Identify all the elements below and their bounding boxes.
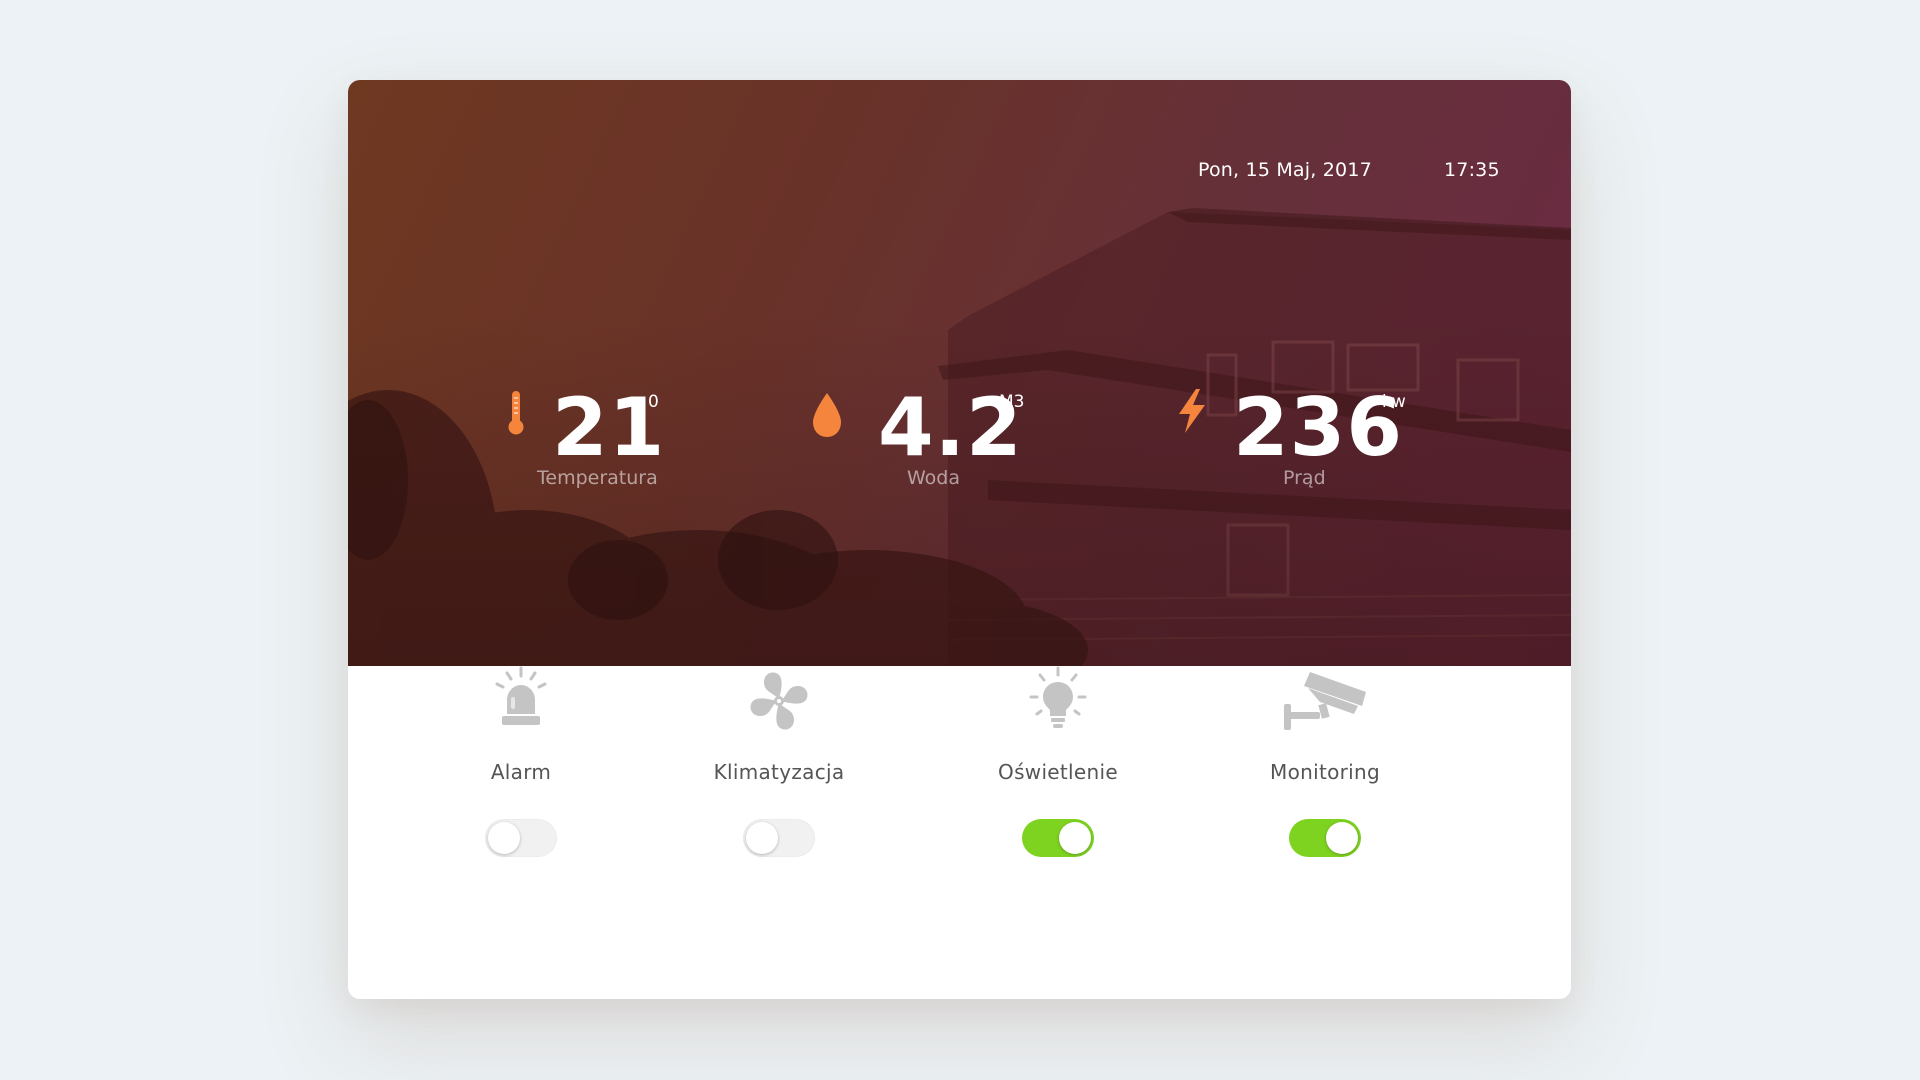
device-air-conditioning-label: Klimatyzacja	[713, 760, 845, 784]
date-display: Pon, 15 Maj, 2017	[1198, 159, 1372, 181]
toggle-knob	[1326, 822, 1358, 854]
smart-home-card: Pon, 15 Maj, 2017 17:35 21 0 Temperatura	[348, 80, 1571, 999]
power-label: Prąd	[1283, 467, 1326, 489]
device-monitoring-label: Monitoring	[1270, 760, 1380, 784]
security-camera-icon	[1284, 672, 1366, 730]
temperature-unit: 0	[648, 392, 659, 412]
device-alarm-label: Alarm	[490, 760, 552, 784]
time-display: 17:35	[1444, 159, 1500, 181]
device-lighting-label: Oświetlenie	[998, 760, 1118, 784]
toggle-knob	[1059, 822, 1091, 854]
power-value: 236	[1233, 381, 1403, 474]
device-air-conditioning: Klimatyzacja	[679, 513, 879, 857]
device-monitoring: Monitoring	[1225, 513, 1425, 857]
water-label: Woda	[907, 467, 961, 489]
thermometer-icon	[508, 391, 524, 435]
water-unit: M3	[999, 392, 1025, 412]
device-lighting: Oświetlenie	[958, 513, 1158, 857]
monitoring-toggle[interactable]	[1289, 819, 1361, 857]
air-conditioning-toggle[interactable]	[743, 819, 815, 857]
lightbulb-icon	[1029, 666, 1087, 728]
alarm-toggle[interactable]	[485, 819, 557, 857]
power-unit: kw	[1382, 392, 1406, 412]
device-alarm: Alarm	[421, 513, 621, 857]
siren-icon	[495, 666, 547, 725]
toggle-knob	[746, 822, 778, 854]
fan-icon	[750, 672, 808, 730]
lightning-icon	[1179, 389, 1205, 433]
stat-water: 4.2 M3 Woda	[811, 380, 1051, 500]
toggle-knob	[488, 822, 520, 854]
water-drop-icon	[813, 393, 841, 437]
device-controls: Alarm Klimatyzacja Oświetlenie Monitorin…	[348, 666, 1571, 999]
stat-power: 236 kw Prąd	[1176, 380, 1416, 500]
lighting-toggle[interactable]	[1022, 819, 1094, 857]
stat-temperature: 21 0 Temperatura	[508, 380, 708, 500]
temperature-label: Temperatura	[537, 467, 658, 489]
